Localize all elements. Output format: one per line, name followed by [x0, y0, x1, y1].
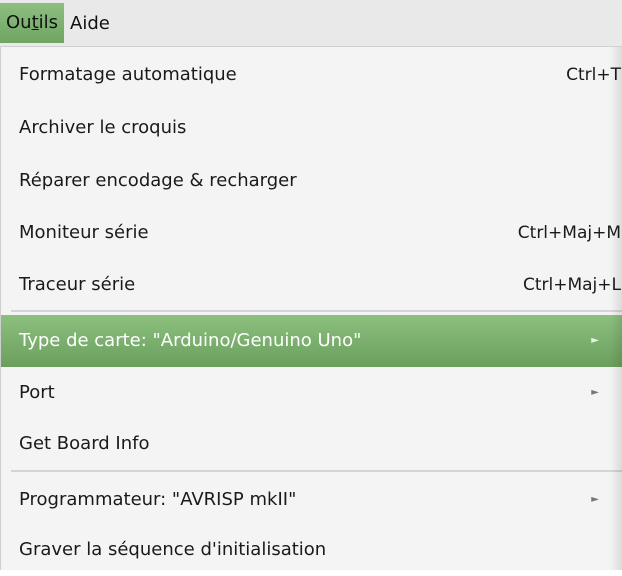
menu-aide[interactable]: Aide — [64, 0, 116, 46]
menu-item-label: Get Board Info — [19, 433, 150, 454]
tools-dropdown-menu: Formatage automatique Ctrl+T Archiver le… — [0, 47, 622, 570]
menu-item-burn-bootloader[interactable]: Graver la séquence d'initialisation — [1, 524, 622, 576]
menu-item-archive-sketch[interactable]: Archiver le croquis — [1, 102, 622, 154]
menu-item-label: Port — [19, 382, 55, 403]
submenu-arrow-icon: ► — [591, 335, 599, 346]
menu-item-serial-monitor[interactable]: Moniteur série Ctrl+Maj+M — [1, 207, 622, 259]
menu-separator — [11, 310, 622, 312]
menu-item-shortcut: Ctrl+T — [566, 65, 621, 85]
menu-item-label: Graver la séquence d'initialisation — [19, 539, 327, 560]
menu-outils-mnemonic: t — [31, 12, 39, 33]
menu-item-programmer[interactable]: Programmateur: "AVRISP mkII" ► — [1, 474, 622, 526]
menu-bar: Outils Aide — [0, 0, 622, 47]
menu-item-label: Formatage automatique — [19, 64, 237, 85]
menu-item-label: Archiver le croquis — [19, 117, 187, 138]
menu-item-label: Traceur série — [19, 274, 136, 295]
menu-item-board-type[interactable]: Type de carte: "Arduino/Genuino Uno" ► — [1, 315, 622, 367]
menu-item-get-board-info[interactable]: Get Board Info — [1, 418, 622, 470]
menu-item-auto-format[interactable]: Formatage automatique Ctrl+T — [1, 49, 622, 101]
menu-item-shortcut: Ctrl+Maj+L — [522, 275, 621, 295]
submenu-arrow-icon: ► — [591, 494, 599, 505]
menu-outils[interactable]: Outils — [0, 3, 65, 43]
menu-item-fix-encoding[interactable]: Réparer encodage & recharger — [1, 155, 622, 207]
menu-item-serial-plotter[interactable]: Traceur série Ctrl+Maj+L — [1, 259, 622, 311]
menu-item-label: Programmateur: "AVRISP mkII" — [19, 489, 297, 510]
menu-item-port[interactable]: Port ► — [1, 367, 622, 419]
submenu-arrow-icon: ► — [591, 387, 599, 398]
menu-item-shortcut: Ctrl+Maj+M — [517, 223, 621, 243]
menu-item-label: Moniteur série — [19, 222, 149, 243]
menu-outils-prefix: Ou — [6, 12, 32, 33]
menu-separator — [11, 470, 622, 472]
menu-item-label: Type de carte: "Arduino/Genuino Uno" — [19, 330, 362, 351]
menu-item-label: Réparer encodage & recharger — [19, 170, 297, 191]
menu-outils-suffix: ils — [38, 12, 59, 33]
